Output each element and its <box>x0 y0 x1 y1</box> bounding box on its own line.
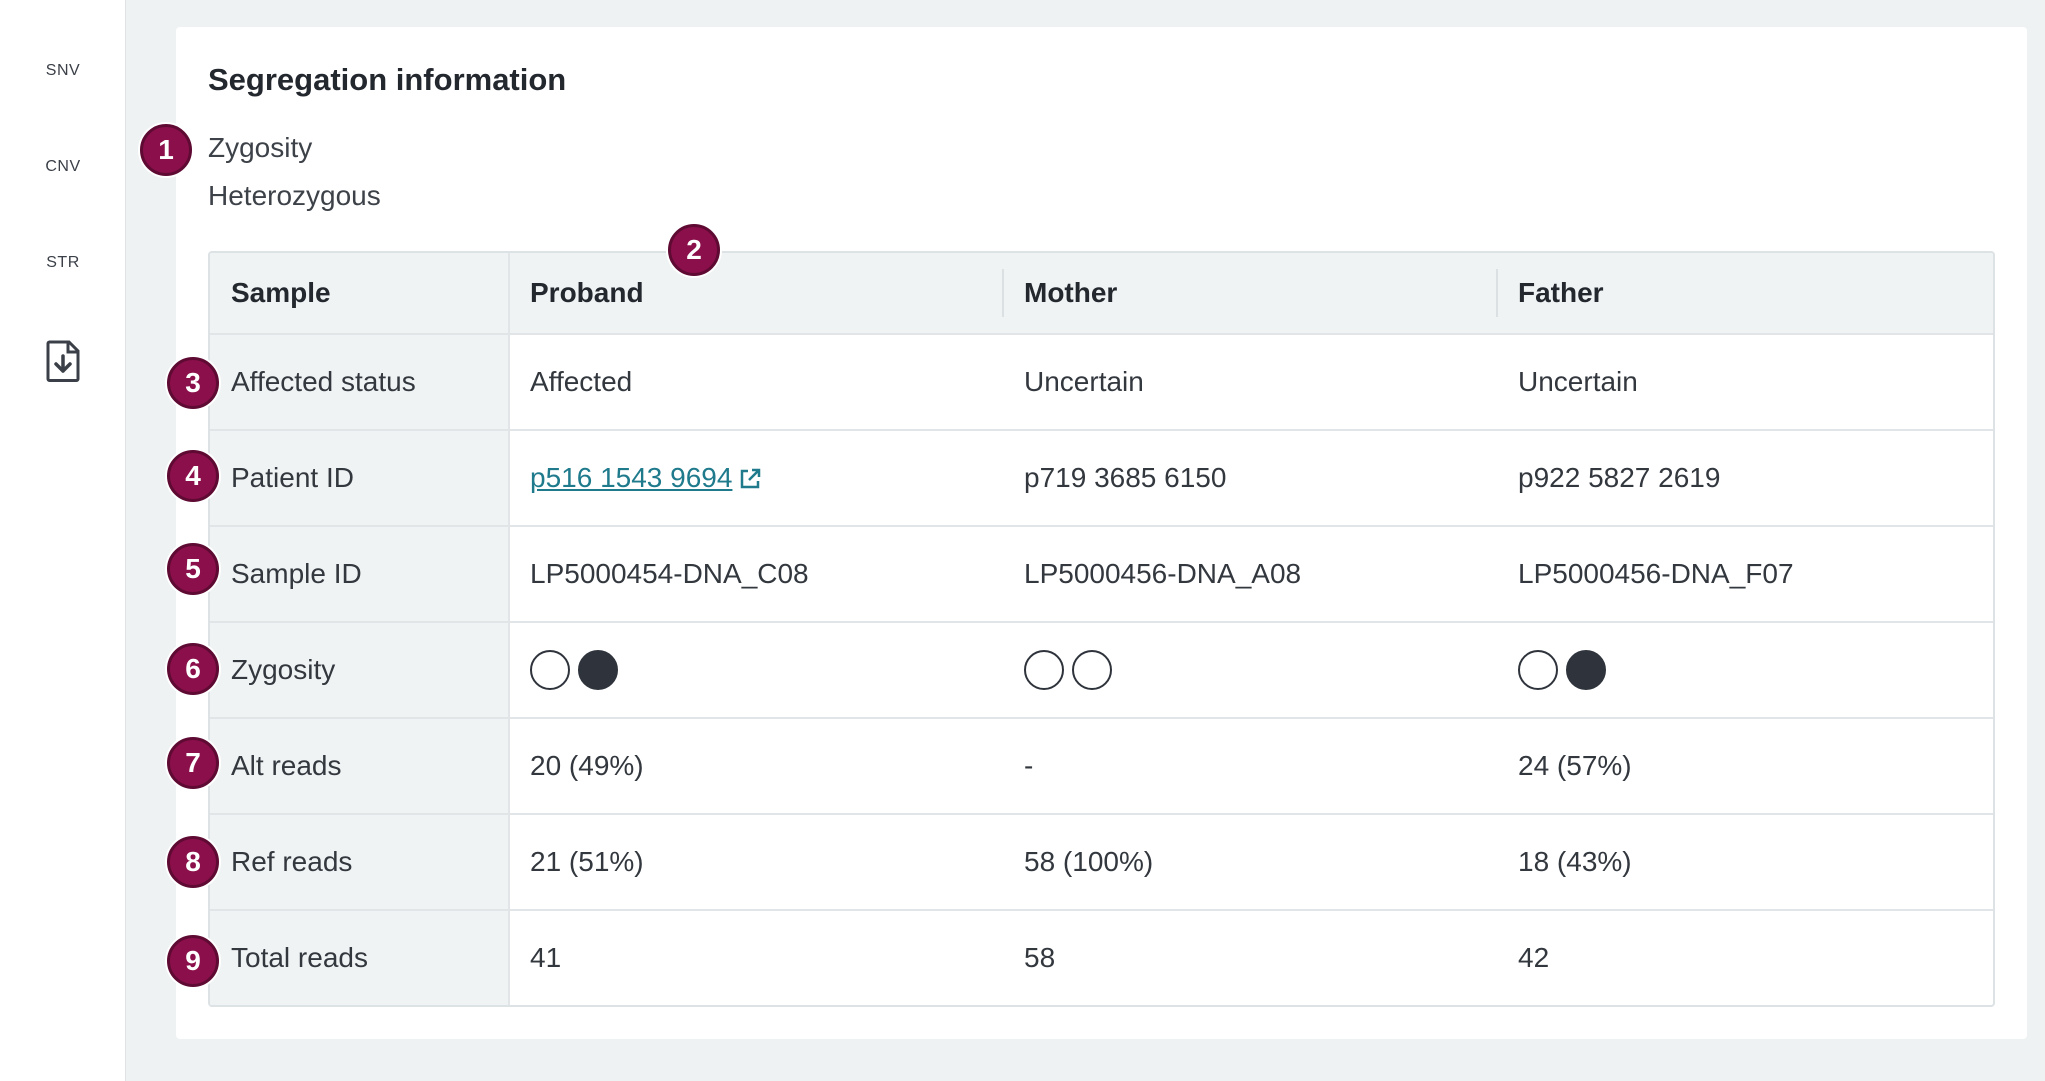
table-row-total-reads: Total reads 41 58 42 <box>210 909 1993 1005</box>
zygosity-label: Zygosity <box>208 132 313 163</box>
annotation-marker-6: 6 <box>167 643 219 695</box>
cell-proband: 41 <box>530 942 562 973</box>
zygosity-indicator <box>1518 650 1606 690</box>
zygosity-indicator <box>1024 650 1112 690</box>
cell-father <box>1498 623 1993 717</box>
proband-patient-link[interactable]: p516 1543 9694 <box>530 462 762 494</box>
file-download-icon[interactable] <box>45 340 81 382</box>
cell-mother: - <box>1024 750 1034 781</box>
header-sample: Sample <box>210 253 510 333</box>
row-label: Ref reads <box>210 815 510 909</box>
annotation-marker-2: 2 <box>668 224 720 276</box>
row-label: Affected status <box>210 335 510 429</box>
table-row-alt-reads: Alt reads 20 (49%) - 24 (57%) <box>210 717 1993 813</box>
cell-mother: Uncertain <box>1024 366 1144 397</box>
cell-mother: p719 3685 6150 <box>1024 462 1227 493</box>
sidebar-item-snv[interactable]: SNV <box>0 62 126 80</box>
annotation-marker-1: 1 <box>140 124 192 176</box>
cell-mother: LP5000456-DNA_A08 <box>1024 558 1302 589</box>
annotation-marker-9: 9 <box>167 935 219 987</box>
cell-proband: Affected <box>530 366 633 397</box>
row-label: Total reads <box>210 911 510 1005</box>
cell-father: Uncertain <box>1518 366 1638 397</box>
annotation-marker-4: 4 <box>167 450 219 502</box>
table-header-row: Sample Proband Mother Father <box>210 253 1993 333</box>
zygosity-value: Heterozygous <box>208 180 381 211</box>
annotation-marker-5: 5 <box>167 543 219 595</box>
table-row-affected-status: Affected status Affected Uncertain Uncer… <box>210 333 1993 429</box>
allele-dot <box>1072 650 1112 690</box>
row-label: Sample ID <box>210 527 510 621</box>
external-link-icon[interactable] <box>738 466 762 490</box>
table-row-zygosity: Zygosity <box>210 621 1993 717</box>
header-proband: Proband <box>510 253 1004 333</box>
cell-proband: 21 (51%) <box>530 846 644 877</box>
cell-father: 24 (57%) <box>1518 750 1632 781</box>
cell-proband: LP5000454-DNA_C08 <box>530 558 809 589</box>
zygosity-indicator <box>530 650 618 690</box>
cell-proband <box>510 623 1004 717</box>
row-label: Zygosity <box>210 623 510 717</box>
sidebar-item-cnv[interactable]: CNV <box>0 158 126 176</box>
allele-dot <box>530 650 570 690</box>
annotation-marker-3: 3 <box>167 357 219 409</box>
header-father: Father <box>1518 277 1604 308</box>
header-mother: Mother <box>1004 253 1498 333</box>
cell-mother <box>1004 623 1498 717</box>
table-row-sample-id: Sample ID LP5000454-DNA_C08 LP5000456-DN… <box>210 525 1993 621</box>
sidebar-item-str[interactable]: STR <box>0 254 126 272</box>
row-label: Alt reads <box>210 719 510 813</box>
cell-mother: 58 (100%) <box>1024 846 1154 877</box>
table-row-patient-id: Patient ID p516 1543 9694 p719 3685 6150… <box>210 429 1993 525</box>
cell-father: p922 5827 2619 <box>1518 462 1721 493</box>
cell-proband: p516 1543 9694 <box>510 431 1004 525</box>
allele-dot <box>578 650 618 690</box>
allele-dot <box>1518 650 1558 690</box>
cell-father: LP5000456-DNA_F07 <box>1518 558 1794 589</box>
row-label: Patient ID <box>210 431 510 525</box>
annotation-marker-8: 8 <box>167 836 219 888</box>
cell-father: 18 (43%) <box>1518 846 1632 877</box>
segregation-table: Sample Proband Mother Father Affected st… <box>208 251 1995 1007</box>
sidebar: SNV CNV STR <box>0 0 126 1081</box>
proband-patient-id[interactable]: p516 1543 9694 <box>530 462 732 494</box>
allele-dot <box>1566 650 1606 690</box>
cell-father: 42 <box>1518 942 1550 973</box>
annotation-marker-7: 7 <box>167 737 219 789</box>
card-title: Segregation information <box>208 62 567 97</box>
table-row-ref-reads: Ref reads 21 (51%) 58 (100%) 18 (43%) <box>210 813 1993 909</box>
cell-mother: 58 <box>1024 942 1056 973</box>
allele-dot <box>1024 650 1064 690</box>
cell-proband: 20 (49%) <box>530 750 644 781</box>
